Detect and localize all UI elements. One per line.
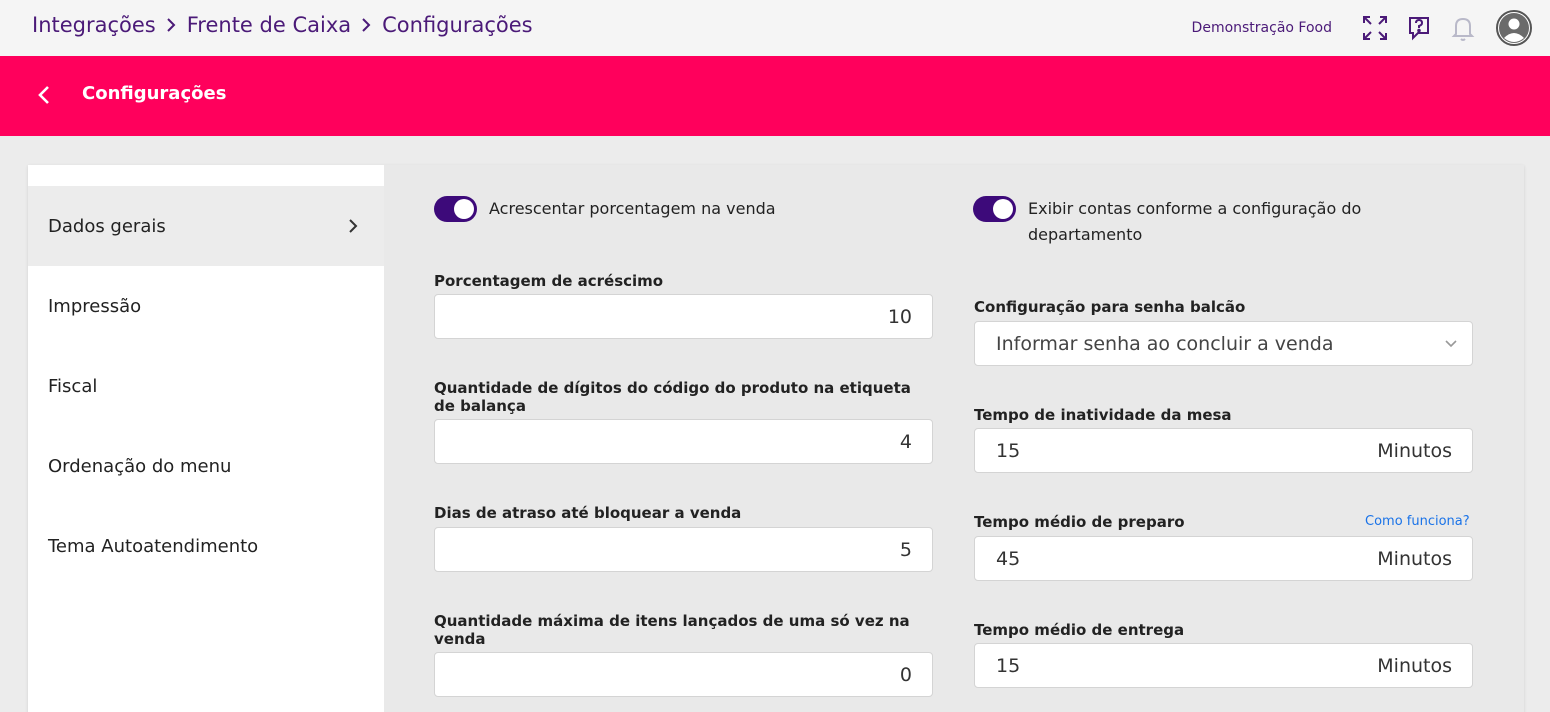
- toggle-knob: [993, 199, 1013, 219]
- input-value: 15: [996, 654, 1021, 677]
- sidebar-item-label: Fiscal: [48, 375, 98, 397]
- unit-suffix: Minutos: [1377, 655, 1452, 677]
- unit-suffix: Minutos: [1377, 440, 1452, 462]
- unit-suffix: Minutos: [1377, 548, 1452, 570]
- fullscreen-icon[interactable]: [1360, 13, 1390, 43]
- sidebar-item-ordenacao-do-menu[interactable]: Ordenação do menu: [28, 426, 384, 506]
- breadcrumb-configuracoes: Configurações: [382, 13, 533, 37]
- sidebar-item-fiscal[interactable]: Fiscal: [28, 346, 384, 426]
- overdue-days-input[interactable]: 5: [434, 527, 933, 572]
- sidebar-item-label: Tema Autoatendimento: [48, 535, 259, 557]
- product-code-digits-input[interactable]: 4: [434, 419, 933, 464]
- avg-delivery-time-input[interactable]: 15 Minutos: [974, 643, 1473, 688]
- back-arrow-icon[interactable]: [34, 84, 56, 106]
- breadcrumb-frente-de-caixa[interactable]: Frente de Caixa: [187, 13, 351, 37]
- organization-name[interactable]: Demonstração Food: [1192, 20, 1332, 36]
- chevron-right-icon: [167, 18, 176, 32]
- field-label: Tempo médio de entrega: [974, 621, 1185, 639]
- password-config-select[interactable]: Informar senha ao concluir a venda: [974, 321, 1473, 366]
- field-label: Tempo médio de preparo: [974, 513, 1185, 531]
- add-percentage-toggle[interactable]: [434, 196, 477, 222]
- how-it-works-link[interactable]: Como funciona?: [1365, 514, 1470, 529]
- field-label: Quantidade máxima de itens lançados de u…: [434, 612, 910, 648]
- field-label: Configuração para senha balcão: [974, 298, 1246, 316]
- sidebar-item-tema-autoatendimento[interactable]: Tema Autoatendimento: [28, 506, 384, 586]
- field-label: Tempo de inatividade da mesa: [974, 406, 1232, 424]
- breadcrumb-integracoes[interactable]: Integrações: [32, 13, 156, 37]
- toggle-label: Exibir contas conforme a configuração do…: [1028, 199, 1362, 244]
- show-accounts-toggle[interactable]: [973, 196, 1016, 222]
- field-label: Porcentagem de acréscimo: [434, 272, 664, 290]
- chevron-right-icon: [349, 219, 358, 233]
- avg-prep-time-input[interactable]: 45 Minutos: [974, 536, 1473, 581]
- field-label: Dias de atraso até bloquear a venda: [434, 504, 742, 522]
- sidebar-item-dados-gerais[interactable]: Dados gerais: [28, 186, 384, 266]
- user-avatar-icon[interactable]: [1496, 10, 1532, 46]
- field-label: Quantidade de dígitos do código do produ…: [434, 379, 911, 415]
- bell-icon[interactable]: [1448, 13, 1478, 43]
- sidebar-item-impressao[interactable]: Impressão: [28, 266, 384, 346]
- add-percentage-toggle-row: Acrescentar porcentagem na venda: [434, 196, 929, 222]
- page-title: Configurações: [82, 83, 227, 104]
- sidebar-item-label: Dados gerais: [48, 215, 166, 237]
- help-chat-icon[interactable]: [1404, 13, 1434, 43]
- sidebar-item-label: Ordenação do menu: [48, 455, 232, 477]
- input-value: 15: [996, 439, 1021, 462]
- max-items-input[interactable]: 0: [434, 652, 933, 697]
- input-value: 45: [996, 547, 1021, 570]
- table-inactivity-input[interactable]: 15 Minutos: [974, 428, 1473, 473]
- percentage-input[interactable]: 10: [434, 294, 933, 339]
- toggle-label: Acrescentar porcentagem na venda: [489, 199, 776, 218]
- top-bar: Integrações Frente de Caixa Configuraçõe…: [0, 0, 1550, 56]
- show-accounts-toggle-row: Exibir contas conforme a configuração do…: [973, 196, 1428, 248]
- sidebar-item-label: Impressão: [48, 295, 142, 317]
- page-header: Configurações: [0, 56, 1550, 136]
- select-value: Informar senha ao concluir a venda: [996, 332, 1334, 355]
- chevron-right-icon: [362, 18, 371, 32]
- settings-sidebar: Dados gerais Impressão Fiscal Ordenação …: [28, 165, 384, 712]
- breadcrumb: Integrações Frente de Caixa Configuraçõe…: [32, 13, 533, 37]
- chevron-down-icon: [1445, 340, 1457, 348]
- toggle-knob: [454, 199, 474, 219]
